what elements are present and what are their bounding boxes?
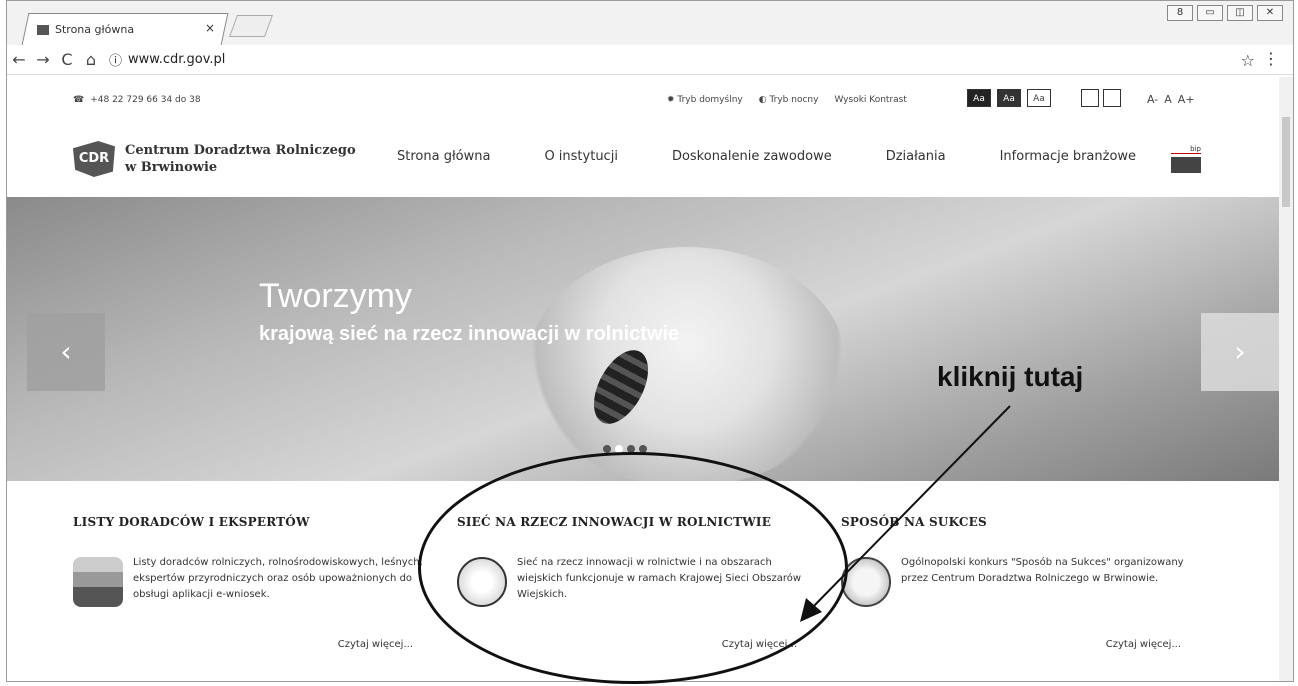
slider-next-button[interactable]: › <box>1201 313 1279 391</box>
nav-item-activities[interactable]: Działania <box>886 149 946 164</box>
address-bar[interactable]: ⓘ www.cdr.gov.pl <box>109 50 225 69</box>
annotation-ellipse <box>418 452 848 684</box>
hero-slider: Tworzymy krajową sieć na rzecz innowacji… <box>7 197 1279 481</box>
layout-wide-icon[interactable] <box>1103 89 1121 107</box>
tab-close-button[interactable]: × <box>205 21 215 35</box>
contrast-buttons: Aa Aa Aa <box>967 89 1051 107</box>
close-window-button[interactable]: ✕ <box>1257 5 1283 21</box>
new-tab-button[interactable] <box>228 15 274 37</box>
hero-subtitle: krajową sieć na rzecz innowacji w rolnic… <box>259 323 680 345</box>
phone-contact: ☎ +48 22 729 66 34 do 38 <box>73 95 201 105</box>
main-navigation: Strona główna O instytucji Doskonalenie … <box>397 149 1136 164</box>
back-button[interactable]: ← <box>7 50 31 69</box>
minimize-button[interactable]: ▭ <box>1197 5 1223 21</box>
browser-menu-icon[interactable]: ⋮ <box>1263 49 1279 68</box>
cdr-logo-icon: CDR <box>73 141 115 177</box>
nav-item-industry-info[interactable]: Informacje branżowe <box>1000 149 1136 164</box>
nav-item-home[interactable]: Strona główna <box>397 149 490 164</box>
bip-label: bip <box>1171 145 1201 154</box>
nav-item-about[interactable]: O instytucji <box>544 149 618 164</box>
scrollbar-thumb[interactable] <box>1282 117 1290 207</box>
font-normal-button[interactable]: A <box>1164 93 1172 106</box>
forward-button[interactable]: → <box>31 50 55 69</box>
mode-default[interactable]: ✹ Tryb domyślny <box>667 95 743 105</box>
half-moon-icon: ◐ <box>758 95 767 105</box>
browser-toolbar: ← → C ⌂ ⓘ www.cdr.gov.pl ☆ ⋮ <box>7 45 1293 75</box>
phone-number: +48 22 729 66 34 do 38 <box>90 95 201 105</box>
contrast-button-1[interactable]: Aa <box>967 89 991 107</box>
window-controls: 8 ▭ ◫ ✕ <box>1167 5 1283 21</box>
profile-button[interactable]: 8 <box>1167 5 1193 21</box>
database-laptop-icon <box>73 557 123 607</box>
column-success: SPOSÓB NA SUKCES Ogólnopolski konkurs "S… <box>841 515 1184 650</box>
font-increase-button[interactable]: A+ <box>1178 93 1195 106</box>
compass-icon <box>841 557 891 607</box>
home-button[interactable]: ⌂ <box>79 50 103 69</box>
bip-flag-icon <box>1171 157 1201 173</box>
layout-buttons <box>1081 89 1121 107</box>
bip-link[interactable]: bip <box>1171 145 1201 175</box>
contrast-button-2[interactable]: Aa <box>997 89 1021 107</box>
annotation-text: kliknij tutaj <box>937 361 1084 392</box>
column-advisors: LISTY DORADCÓW I EKSPERTÓW Listy doradcó… <box>73 515 423 650</box>
tab-content[interactable]: Strona główna <box>37 23 134 36</box>
page-scrollbar[interactable] <box>1279 77 1293 681</box>
site-header: CDR Centrum Doradztwa Rolniczego w Brwin… <box>7 117 1293 193</box>
column-text: Listy doradców rolniczych, rolnośrodowis… <box>133 557 423 600</box>
column-body: Ogólnopolski konkurs "Sposób na Sukces" … <box>841 555 1184 650</box>
slider-prev-button[interactable]: ‹ <box>27 313 105 391</box>
accessibility-bar: ☎ +48 22 729 66 34 do 38 ✹ Tryb domyślny… <box>7 77 1293 117</box>
url-text[interactable]: www.cdr.gov.pl <box>128 52 225 67</box>
display-modes: ✹ Tryb domyślny ◐ Tryb nocny Wysoki Kont… <box>667 95 907 105</box>
title-bar: Strona główna × 8 ▭ ◫ ✕ <box>7 1 1293 45</box>
column-heading[interactable]: LISTY DORADCÓW I EKSPERTÓW <box>73 515 413 529</box>
nav-item-training[interactable]: Doskonalenie zawodowe <box>672 149 832 164</box>
info-icon[interactable]: ⓘ <box>109 50 122 69</box>
column-body: Listy doradców rolniczych, rolnośrodowis… <box>73 555 423 650</box>
read-more-link[interactable]: Czytaj więcej... <box>1106 639 1181 650</box>
contrast-button-3[interactable]: Aa <box>1027 89 1051 107</box>
font-decrease-button[interactable]: A- <box>1147 93 1158 106</box>
read-more-link[interactable]: Czytaj więcej... <box>338 639 413 650</box>
font-size-controls: A- A A+ <box>1147 93 1195 106</box>
tab-title: Strona główna <box>55 23 135 36</box>
layout-narrow-icon[interactable] <box>1081 89 1099 107</box>
mode-night[interactable]: ◐ Tryb nocny <box>759 95 819 105</box>
site-logo[interactable]: CDR Centrum Doradztwa Rolniczego w Brwin… <box>73 141 356 177</box>
column-heading[interactable]: SPOSÓB NA SUKCES <box>841 515 1181 529</box>
bookmark-star-icon[interactable]: ☆ <box>1241 51 1255 70</box>
logo-text: Centrum Doradztwa Rolniczego w Brwinowie <box>125 143 356 175</box>
reload-button[interactable]: C <box>55 50 79 69</box>
column-text: Ogólnopolski konkurs "Sposób na Sukces" … <box>901 557 1184 584</box>
favicon-icon <box>37 24 49 35</box>
hero-title: Tworzymy <box>259 277 412 315</box>
maximize-button[interactable]: ◫ <box>1227 5 1253 21</box>
phone-icon: ☎ <box>73 95 85 105</box>
sun-icon: ✹ <box>667 95 675 105</box>
mode-high-contrast[interactable]: Wysoki Kontrast <box>834 95 906 105</box>
flower-image <box>527 247 847 481</box>
